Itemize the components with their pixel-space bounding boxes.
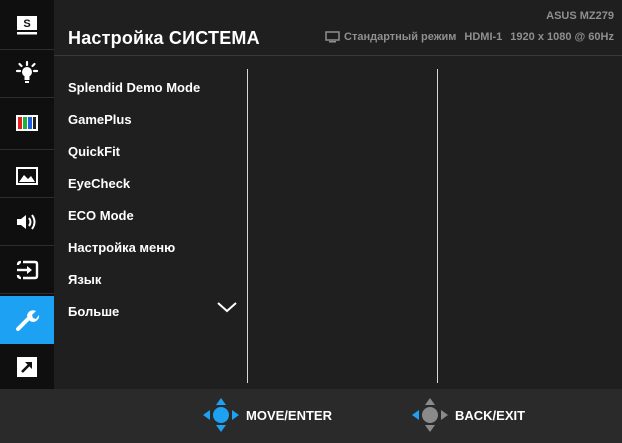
color-bars-icon bbox=[16, 115, 38, 131]
menu-item-eco-mode[interactable]: ECO Mode bbox=[68, 208, 134, 223]
move-enter-label: MOVE/ENTER bbox=[246, 407, 332, 423]
monitor-icon bbox=[325, 31, 340, 43]
back-exit-label: BACK/EXIT bbox=[455, 407, 526, 423]
menu-item-eyecheck[interactable]: EyeCheck bbox=[68, 176, 130, 191]
five-way-key-icon bbox=[203, 398, 239, 432]
input-icon bbox=[16, 260, 39, 280]
sidebar-item-system-setup[interactable] bbox=[0, 296, 54, 344]
sidebar-item-shortcut[interactable] bbox=[0, 346, 54, 388]
osd-window: S Настройка СИСТЕМА ASUS MZ279 Стандартн… bbox=[0, 0, 622, 443]
menu-item-language[interactable]: Язык bbox=[68, 272, 101, 287]
sidebar-divider bbox=[0, 149, 54, 150]
move-enter-hint: MOVE/ENTER bbox=[202, 397, 332, 433]
resolution-text: 1920 x 1080 @ 60Hz bbox=[510, 31, 614, 43]
sidebar-divider bbox=[0, 293, 54, 294]
five-way-key-back-icon bbox=[412, 398, 448, 432]
monitor-model: ASUS MZ279 bbox=[546, 10, 614, 22]
chevron-down-icon[interactable] bbox=[216, 300, 238, 314]
mode-text: Стандартный режим bbox=[344, 31, 457, 43]
sidebar-item-splendid[interactable]: S bbox=[0, 4, 54, 46]
sidebar-divider bbox=[0, 197, 54, 198]
sidebar-item-input-select[interactable] bbox=[0, 249, 54, 291]
wrench-icon bbox=[16, 310, 40, 331]
column-divider bbox=[247, 69, 248, 383]
column-divider bbox=[437, 69, 438, 383]
menu-item-more[interactable]: Больше bbox=[68, 304, 119, 319]
speaker-icon bbox=[17, 214, 36, 230]
sidebar: S bbox=[0, 0, 54, 389]
input-text: HDMI-1 bbox=[464, 31, 503, 43]
s-splendid-icon: S bbox=[17, 16, 37, 35]
sidebar-divider bbox=[0, 49, 54, 50]
sidebar-item-sound[interactable] bbox=[0, 201, 54, 243]
page-title: Настройка СИСТЕМА bbox=[68, 28, 260, 48]
svg-text:S: S bbox=[23, 18, 30, 30]
image-icon bbox=[16, 167, 38, 185]
arrow-icon bbox=[17, 357, 37, 377]
sidebar-item-color[interactable] bbox=[0, 102, 54, 144]
key-guide-bar: MOVE/ENTER BACK/EXIT bbox=[0, 389, 622, 443]
main-panel: Настройка СИСТЕМА ASUS MZ279 Стандартный… bbox=[54, 0, 622, 389]
sidebar-item-blue-light-filter[interactable] bbox=[0, 52, 54, 94]
menu-item-splendid-demo-mode[interactable]: Splendid Demo Mode bbox=[68, 80, 200, 95]
menu-item-gameplus[interactable]: GamePlus bbox=[68, 112, 132, 127]
status-bar: Стандартный режим HDMI-1 1920 x 1080 @ 6… bbox=[325, 31, 614, 43]
menu-item-osd-setup[interactable]: Настройка меню bbox=[68, 240, 175, 255]
sidebar-item-image[interactable] bbox=[0, 155, 54, 197]
back-exit-hint: BACK/EXIT bbox=[411, 397, 525, 433]
sidebar-divider bbox=[0, 97, 54, 98]
sidebar-divider bbox=[0, 245, 54, 246]
header-divider bbox=[54, 55, 622, 56]
menu-item-quickfit[interactable]: QuickFit bbox=[68, 144, 120, 159]
blue-light-icon bbox=[15, 60, 39, 83]
